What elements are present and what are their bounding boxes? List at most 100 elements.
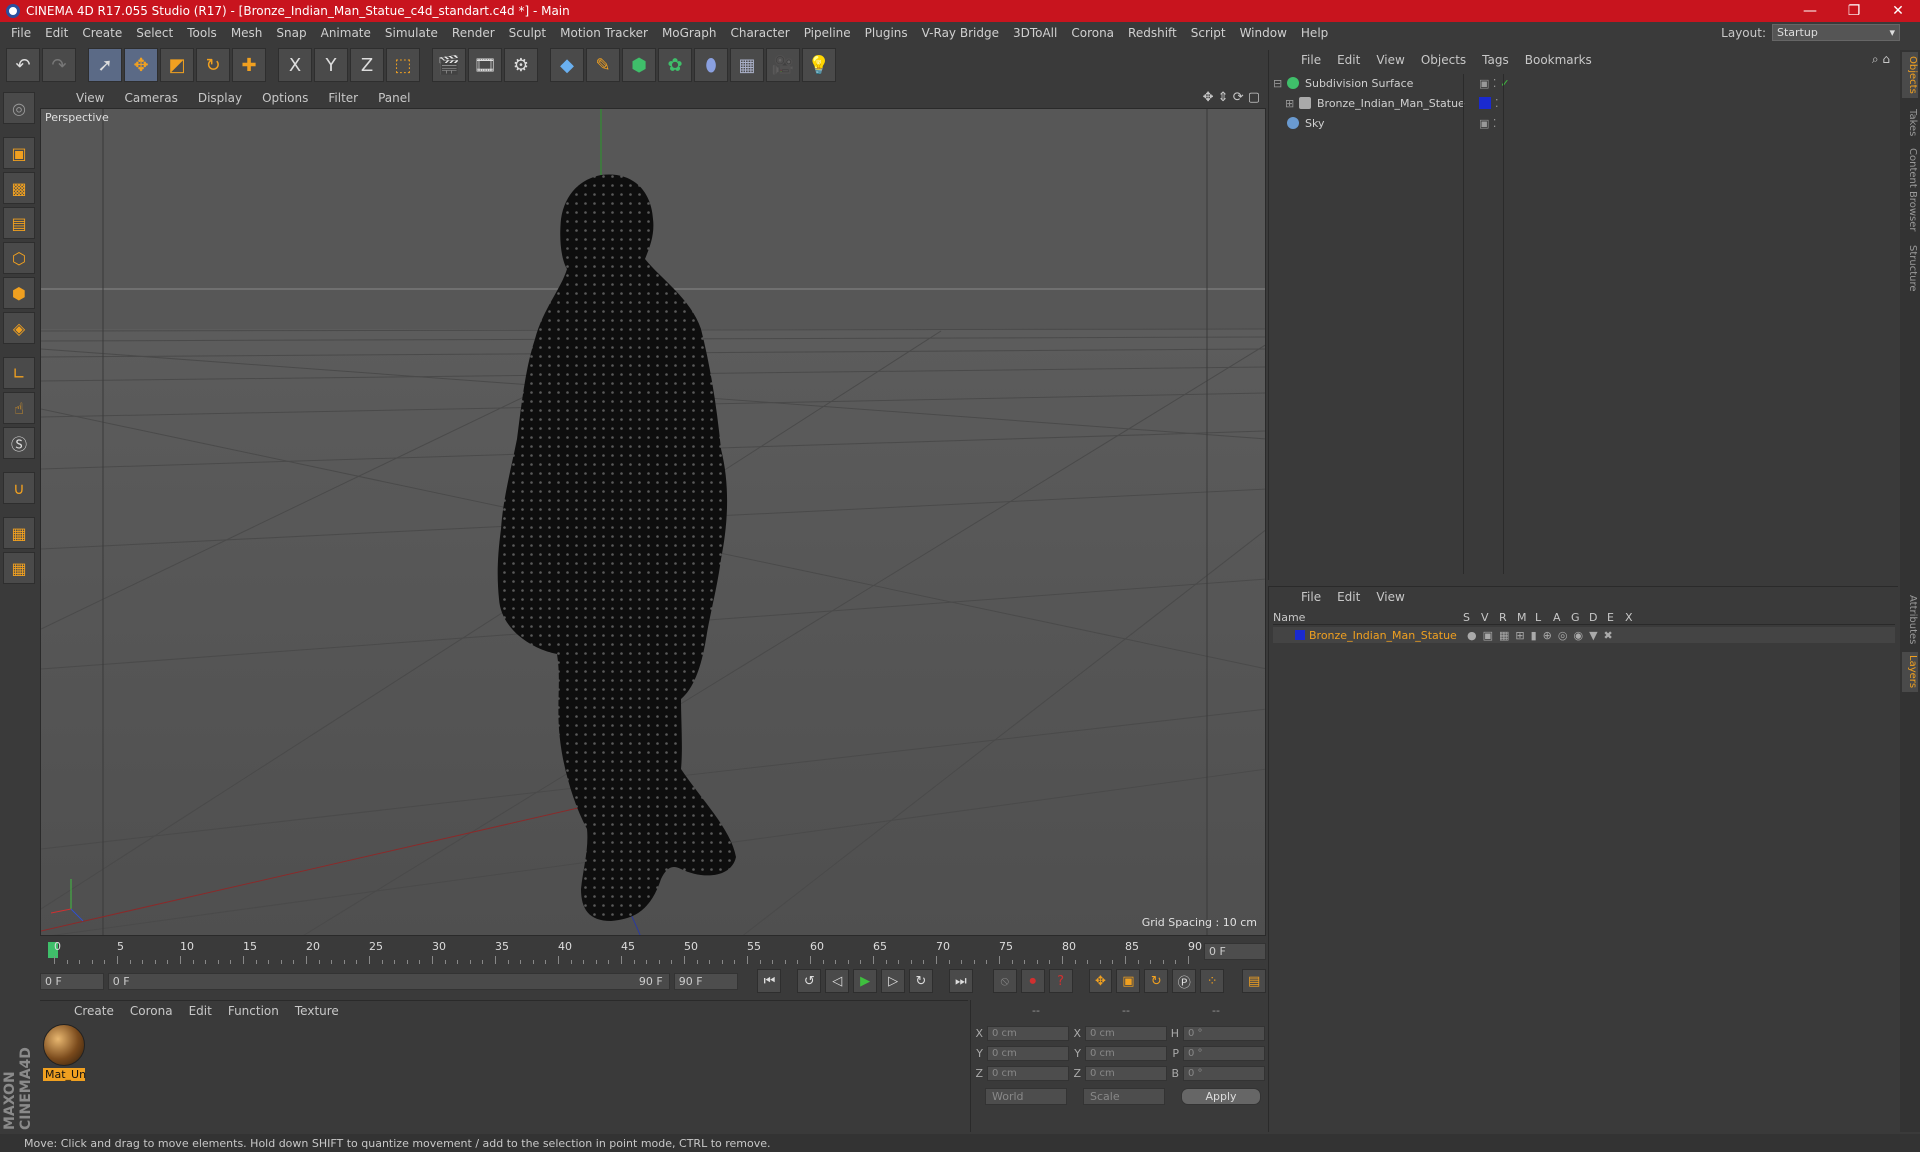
deformer-icon[interactable]: ⬮: [694, 48, 728, 82]
menu-3dtoall[interactable]: 3DToAll: [1006, 26, 1064, 40]
menu-vray-bridge[interactable]: V-Ray Bridge: [915, 26, 1006, 40]
visibility-dots[interactable]: ▣ ⁚: [1479, 77, 1496, 90]
material-menu-function[interactable]: Function: [220, 1004, 287, 1018]
play-icon[interactable]: ▶: [853, 969, 878, 993]
coordinate-space-dropdown[interactable]: World: [985, 1088, 1067, 1105]
menu-mograph[interactable]: MoGraph: [655, 26, 724, 40]
objects-menu-file[interactable]: File: [1293, 53, 1329, 67]
material-menu-create[interactable]: Create: [66, 1004, 122, 1018]
coordinate-system-icon[interactable]: ⬚: [386, 48, 420, 82]
menu-animate[interactable]: Animate: [314, 26, 378, 40]
menu-simulate[interactable]: Simulate: [378, 26, 445, 40]
menu-edit[interactable]: Edit: [38, 26, 75, 40]
menu-file[interactable]: File: [4, 26, 38, 40]
menu-help[interactable]: Help: [1294, 26, 1335, 40]
workplane-mode-icon[interactable]: ▤: [3, 207, 35, 239]
camera-icon[interactable]: 🎥: [766, 48, 800, 82]
objects-menu-bookmarks[interactable]: Bookmarks: [1517, 53, 1600, 67]
render-view-icon[interactable]: 🎬: [432, 48, 466, 82]
lock-workplane-icon[interactable]: ▦: [3, 517, 35, 549]
key-position-icon[interactable]: ✥: [1088, 969, 1113, 993]
motion-path-icon[interactable]: ⦸: [992, 969, 1017, 993]
layers-menu-view[interactable]: View: [1368, 590, 1412, 604]
visibility-dots[interactable]: ⁚: [1495, 97, 1499, 110]
viewport-menu-view[interactable]: View: [66, 91, 114, 105]
axis-mode-icon[interactable]: ∟: [3, 357, 35, 389]
x-axis-lock-button[interactable]: X: [278, 48, 312, 82]
enabled-check-icon[interactable]: ✓: [1500, 77, 1509, 90]
previous-key-icon[interactable]: ↺: [797, 969, 822, 993]
pen-spline-icon[interactable]: ✎: [586, 48, 620, 82]
goto-end-icon[interactable]: ⏭: [948, 969, 973, 993]
polygons-mode-icon[interactable]: ◈: [3, 312, 35, 344]
layer-toggle-icons[interactable]: ●▣▦⊞▮⊕◎◉▼✖: [1467, 629, 1619, 642]
edges-mode-icon[interactable]: ⬢: [3, 277, 35, 309]
tab-objects[interactable]: Objects: [1902, 52, 1918, 98]
object-row[interactable]: ⊞ Bronze_Indian_Man_Statue ⁚: [1273, 94, 1895, 112]
menu-select[interactable]: Select: [129, 26, 180, 40]
last-tool-icon[interactable]: ✚: [232, 48, 266, 82]
menu-character[interactable]: Character: [723, 26, 796, 40]
position-x-field[interactable]: 0 cm: [987, 1025, 1069, 1041]
layers-menu-file[interactable]: File: [1293, 590, 1329, 604]
objects-menu-view[interactable]: View: [1368, 53, 1412, 67]
menu-motion-tracker[interactable]: Motion Tracker: [553, 26, 655, 40]
layer-name[interactable]: Bronze_Indian_Man_Statue: [1309, 629, 1459, 642]
perspective-viewport[interactable]: Perspective Grid Spacing : 10 cm: [40, 108, 1266, 936]
frame-range-slider[interactable]: 0 F 90 F: [107, 972, 670, 990]
key-pla-icon[interactable]: ⁘: [1200, 969, 1225, 993]
menu-window[interactable]: Window: [1233, 26, 1294, 40]
make-editable-icon[interactable]: ◎: [3, 92, 35, 124]
rotation-b-field[interactable]: 0 °: [1183, 1065, 1265, 1081]
planar-workplane-icon[interactable]: ▦: [3, 552, 35, 584]
object-manager-search-icon[interactable]: ⌕ ⌂: [1872, 52, 1890, 67]
render-picture-viewer-icon[interactable]: 🎞: [468, 48, 502, 82]
position-y-field[interactable]: 0 cm: [987, 1045, 1069, 1061]
layer-color-swatch[interactable]: [1479, 97, 1491, 109]
tab-structure[interactable]: Structure: [1902, 240, 1918, 296]
object-row[interactable]: ⊟ Subdivision Surface ▣ ⁚ ✓: [1273, 74, 1895, 92]
maximize-button[interactable]: ❐: [1832, 3, 1876, 19]
size-y-field[interactable]: 0 cm: [1085, 1045, 1167, 1061]
viewport-menu-display[interactable]: Display: [188, 91, 252, 105]
end-frame-field[interactable]: 90 F: [673, 972, 738, 990]
record-key-icon[interactable]: ⏺: [1020, 969, 1045, 993]
floor-icon[interactable]: ▦: [730, 48, 764, 82]
layers-menu-edit[interactable]: Edit: [1329, 590, 1368, 604]
visibility-dots[interactable]: ▣ ⁚: [1479, 117, 1496, 130]
redo-icon[interactable]: ↷: [42, 48, 76, 82]
menu-corona[interactable]: Corona: [1064, 26, 1121, 40]
objects-menu-tags[interactable]: Tags: [1474, 53, 1517, 67]
points-mode-icon[interactable]: ⬡: [3, 242, 35, 274]
menu-tools[interactable]: Tools: [180, 26, 224, 40]
scale-icon[interactable]: ◩: [160, 48, 194, 82]
y-axis-lock-button[interactable]: Y: [314, 48, 348, 82]
position-z-field[interactable]: 0 cm: [987, 1065, 1069, 1081]
menu-sculpt[interactable]: Sculpt: [502, 26, 553, 40]
objects-menu-edit[interactable]: Edit: [1329, 53, 1368, 67]
tab-attributes[interactable]: Attributes: [1902, 590, 1918, 650]
menu-redshift[interactable]: Redshift: [1121, 26, 1184, 40]
menu-pipeline[interactable]: Pipeline: [797, 26, 858, 40]
layer-color-swatch[interactable]: [1295, 630, 1305, 640]
material-menu-corona[interactable]: Corona: [122, 1004, 181, 1018]
goto-start-icon[interactable]: ⏮: [757, 969, 782, 993]
tab-takes[interactable]: Takes: [1902, 104, 1918, 142]
tab-content-browser[interactable]: Content Browser: [1902, 146, 1918, 234]
key-parameter-icon[interactable]: Ⓟ: [1172, 969, 1197, 993]
next-key-icon[interactable]: ↻: [909, 969, 933, 993]
cube-object-icon[interactable]: ◆: [550, 48, 584, 82]
rotation-p-field[interactable]: 0 °: [1183, 1045, 1265, 1061]
timeline-window-icon[interactable]: ▤: [1242, 969, 1267, 993]
light-icon[interactable]: 💡: [802, 48, 836, 82]
model-mode-icon[interactable]: ▣: [3, 137, 35, 169]
previous-frame-icon[interactable]: ◁: [825, 969, 850, 993]
snap-icon[interactable]: Ⓢ: [3, 427, 35, 459]
close-button[interactable]: ✕: [1876, 3, 1920, 19]
subdivision-surface-icon[interactable]: ⬢: [622, 48, 656, 82]
undo-icon[interactable]: ↶: [6, 48, 40, 82]
start-frame-field[interactable]: 0 F: [40, 972, 104, 990]
minimize-button[interactable]: —: [1788, 3, 1832, 19]
texture-mode-icon[interactable]: ▩: [3, 172, 35, 204]
render-settings-icon[interactable]: ⚙: [504, 48, 538, 82]
